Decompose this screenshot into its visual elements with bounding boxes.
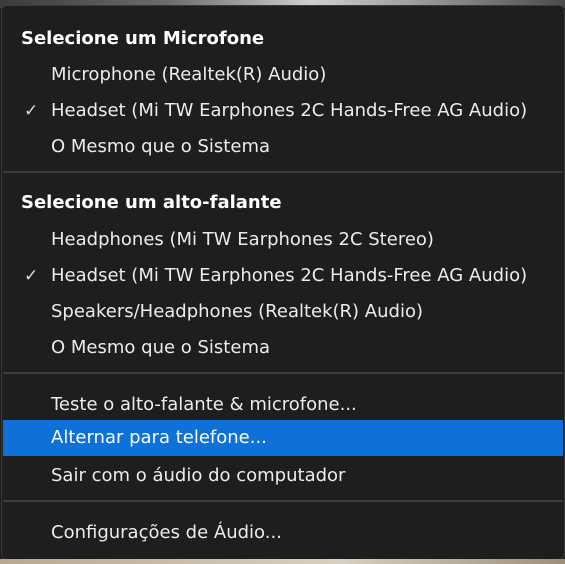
menu-item-label: Alternar para telefone... [51, 427, 267, 448]
audio-context-menu: Selecione um Microfone Microphone (Realt… [1, 5, 565, 560]
background-window-bottom [0, 559, 565, 564]
speaker-option-headset[interactable]: ✓ Headset (Mi TW Earphones 2C Hands-Free… [3, 258, 563, 294]
menu-item-label: Headset (Mi TW Earphones 2C Hands-Free A… [51, 100, 528, 121]
leave-computer-audio-item[interactable]: Sair com o áudio do computador [3, 458, 563, 494]
menu-item-label: O Mesmo que o Sistema [51, 136, 271, 157]
checkmark-icon: ✓ [24, 266, 39, 286]
menu-item-label: Speakers/Headphones (Realtek(R) Audio) [51, 301, 423, 322]
speaker-option-realtek[interactable]: Speakers/Headphones (Realtek(R) Audio) [3, 294, 563, 330]
menu-item-label: Teste o alto-falante & microfone... [51, 394, 357, 415]
microphone-option-realtek[interactable]: Microphone (Realtek(R) Audio) [3, 57, 563, 93]
switch-to-phone-item[interactable]: Alternar para telefone... [3, 420, 563, 456]
menu-item-label: Sair com o áudio do computador [51, 465, 346, 486]
speaker-section-title: Selecione um alto-falante [21, 192, 282, 213]
menu-divider [3, 500, 563, 502]
microphone-option-same-as-system[interactable]: O Mesmo que o Sistema [3, 129, 563, 165]
speaker-option-headphones[interactable]: Headphones (Mi TW Earphones 2C Stereo) [3, 222, 563, 258]
menu-item-label: Headphones (Mi TW Earphones 2C Stereo) [51, 229, 434, 250]
speaker-option-same-as-system[interactable]: O Mesmo que o Sistema [3, 330, 563, 366]
menu-item-label: O Mesmo que o Sistema [51, 337, 271, 358]
menu-divider [3, 372, 563, 374]
checkmark-icon: ✓ [24, 101, 39, 121]
test-speaker-mic-item[interactable]: Teste o alto-falante & microfone... [3, 387, 563, 423]
microphone-option-headset[interactable]: ✓ Headset (Mi TW Earphones 2C Hands-Free… [3, 93, 563, 129]
menu-item-label: Microphone (Realtek(R) Audio) [51, 64, 327, 85]
microphone-section-title: Selecione um Microfone [21, 28, 265, 49]
menu-divider [3, 171, 563, 173]
menu-item-label: Headset (Mi TW Earphones 2C Hands-Free A… [51, 265, 528, 286]
audio-settings-item[interactable]: Configurações de Áudio... [3, 515, 563, 551]
menu-item-label: Configurações de Áudio... [51, 522, 282, 543]
